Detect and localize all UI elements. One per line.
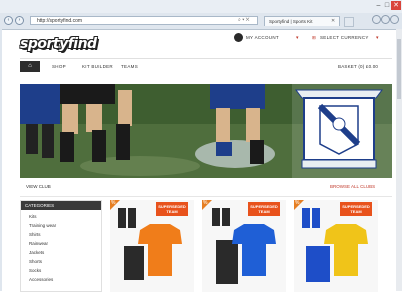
sidebar-item-jackets[interactable]: Jackets [29,250,44,255]
home-icon[interactable] [372,15,381,24]
vertical-scrollbar[interactable] [396,29,402,291]
sidebar-item-shirts[interactable]: Shirts [29,232,41,237]
currency-icon[interactable]: ⊞ [312,35,316,41]
account-link[interactable]: MY ACCOUNT [246,35,279,40]
kit-image [212,208,276,284]
currency-dropdown-icon[interactable]: ▾ [376,35,379,41]
address-bar[interactable]: http://sportyfind.com [30,16,258,25]
product-card[interactable]: % SUPERSEDED TEAM [294,200,378,292]
minimize-button[interactable]: – [374,1,383,10]
shirt-graphic [138,224,182,276]
title-bar: – □ ✕ [0,0,402,13]
back-button[interactable]: ‹ [4,16,13,25]
browser-window: – □ ✕ ‹ › http://sportyfind.com ⌕ ▾ ✕ Sp… [0,0,402,292]
socks-graphic [118,208,126,228]
scrollbar-thumb[interactable] [397,39,401,99]
product-card[interactable]: % SUPERSEDED TEAM [110,200,194,292]
socks-graphic [302,208,310,228]
socks-graphic [212,208,220,226]
address-row: ‹ › http://sportyfind.com ⌕ ▾ ✕ Sportyfi… [0,13,402,29]
maximize-button[interactable]: □ [383,1,391,10]
banner-caption-bar: VIEW CLUB BROWSE ALL CLUBS [20,178,392,197]
shorts-graphic [216,240,238,284]
kit-image [302,208,368,282]
kit-image [118,208,182,280]
header-divider [20,58,392,59]
tab-close-icon[interactable]: ✕ [331,18,335,24]
favorites-icon[interactable] [381,15,390,24]
hero-banner[interactable] [20,84,392,178]
nav-home-button[interactable]: ⌂ [20,61,40,72]
site-logo[interactable]: sportyfind [20,34,97,54]
nav-item-shop[interactable]: SHOP [52,64,66,69]
shorts-graphic [124,246,144,280]
page-viewport: sportyfind MY ACCOUNT ▾ ⊞ SELECT CURRENC… [2,29,396,292]
address-bar-icons[interactable]: ⌕ ▾ ✕ [238,16,250,25]
shirt-graphic [232,224,276,276]
main-nav: ⌂ SHOP KIT BUILDER TEAMS BASKET (0) £0.0… [20,61,392,72]
account-dropdown-icon[interactable]: ▾ [296,35,299,41]
close-button[interactable]: ✕ [391,1,401,10]
shorts-graphic [306,246,330,282]
sidebar-item-kits[interactable]: Kits [29,214,37,219]
new-tab-button[interactable] [344,17,354,27]
nav-item-kit-builder[interactable]: KIT BUILDER [82,64,113,69]
currency-selector[interactable]: SELECT CURRENCY [320,35,369,40]
sidebar-item-training-wear[interactable]: Training wear [29,223,56,228]
settings-gear-icon[interactable] [390,15,399,24]
sidebar-item-accessories[interactable]: Accessories [29,277,53,282]
sidebar-item-socks[interactable]: Socks [29,268,41,273]
account-icon[interactable] [234,33,243,42]
view-club-link[interactable]: VIEW CLUB [26,184,51,189]
forward-button[interactable]: › [15,16,24,25]
basket-link[interactable]: BASKET (0) £0.00 [338,64,378,69]
browse-clubs-link[interactable]: BROWSE ALL CLUBS [330,184,375,189]
nav-item-teams[interactable]: TEAMS [121,64,138,69]
product-card[interactable]: % SUPERSEDED TEAM [202,200,286,292]
sidebar-title: CATEGORIES [21,201,101,210]
sidebar-item-rainwear[interactable]: Rainwear [29,241,48,246]
banner-photo [20,84,392,178]
shirt-graphic [324,224,368,276]
category-sidebar: CATEGORIES Kits Training wear Shirts Rai… [20,200,102,292]
sidebar-item-shorts[interactable]: Shorts [29,259,42,264]
browser-tab[interactable]: Sportyfind | Sports Kit [264,16,340,26]
